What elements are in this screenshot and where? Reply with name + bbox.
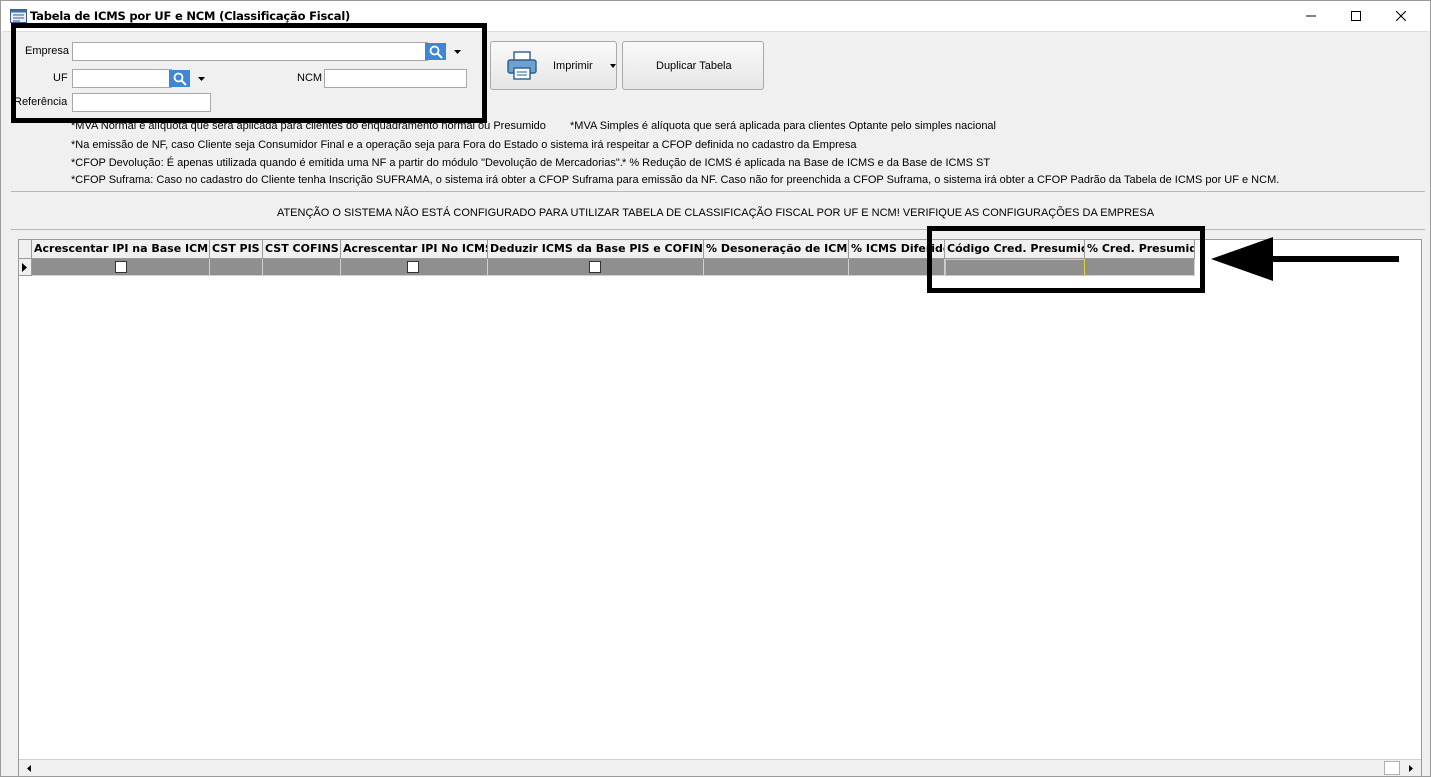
grid-cell-acrescentar-ipi-no-icms[interactable] <box>341 259 488 276</box>
icms-table-window: Tabela de ICMS por UF e NCM (Classificaç… <box>0 0 1431 777</box>
form-client-area: Empresa UF NCM Referência Imprimir Dupli… <box>3 23 1428 777</box>
note-cfop-devolucao: *CFOP Devolução: É apenas utilizada quan… <box>71 157 623 169</box>
maximize-button[interactable] <box>1333 1 1379 31</box>
scroll-left-button[interactable] <box>21 761 36 775</box>
grid-cell-desoneracao-icms[interactable] <box>704 259 849 276</box>
printer-icon <box>507 51 537 80</box>
column-header[interactable]: Deduzir ICMS da Base PIS e COFINS <box>488 240 704 259</box>
separator <box>11 191 1425 192</box>
duplicar-tabela-label: Duplicar Tabela <box>656 60 732 72</box>
imprimir-button[interactable]: Imprimir <box>490 41 617 90</box>
chevron-right-icon <box>1408 764 1413 772</box>
chevron-down-icon <box>610 64 616 68</box>
grid-cell-cst-cofins[interactable] <box>263 259 341 276</box>
column-header[interactable]: Acrescentar IPI na Base ICMS <box>32 240 210 259</box>
note-mva-normal: *MVA Normal é alíquota que será aplicada… <box>71 120 546 132</box>
grid-cell-acrescentar-ipi-base-icms[interactable] <box>32 259 210 276</box>
note-mva-simples: *MVA Simples é alíquota que será aplicad… <box>570 120 996 132</box>
note-cfop-suframa: *CFOP Suframa: Caso no cadastro do Clien… <box>71 174 1280 186</box>
chevron-left-icon <box>26 764 31 772</box>
checkbox[interactable] <box>589 261 601 273</box>
imprimir-label: Imprimir <box>553 60 593 72</box>
icms-grid[interactable]: Acrescentar IPI na Base ICMS CST PIS CST… <box>18 239 1422 777</box>
checkbox[interactable] <box>115 261 127 273</box>
checkbox[interactable] <box>407 261 419 273</box>
minimize-icon <box>1306 15 1316 17</box>
column-header[interactable]: CST COFINS <box>263 240 341 259</box>
duplicar-tabela-button[interactable]: Duplicar Tabela <box>622 41 764 90</box>
note-emissao-nf: *Na emissão de NF, caso Cliente seja Con… <box>71 139 857 151</box>
annotation-box-cred-presumido <box>927 226 1205 293</box>
annotation-arrow <box>1211 237 1399 281</box>
scroll-right-button[interactable] <box>1403 761 1418 775</box>
horizontal-scrollbar[interactable] <box>19 759 1421 776</box>
minimize-button[interactable] <box>1288 1 1334 31</box>
annotation-box-filters <box>11 23 487 123</box>
window-title: Tabela de ICMS por UF e NCM (Classificaç… <box>30 9 351 23</box>
close-button[interactable] <box>1378 1 1424 31</box>
app-icon <box>10 9 27 23</box>
close-icon <box>1396 11 1406 21</box>
note-reducao-icms: * % Redução de ICMS é aplicada na Base d… <box>622 157 991 169</box>
grid-cell-deduzir-icms-base-pis-cofins[interactable] <box>488 259 704 276</box>
configuration-warning: ATENÇÃO O SISTEMA NÃO ESTÁ CONFIGURADO P… <box>276 207 1155 219</box>
grid-cell-cst-pis[interactable] <box>210 259 263 276</box>
maximize-icon <box>1351 11 1361 21</box>
current-row-arrow-icon <box>22 263 27 272</box>
grid-corner <box>19 240 32 259</box>
column-header[interactable]: CST PIS <box>210 240 263 259</box>
column-header[interactable]: Acrescentar IPI No ICMS <box>341 240 488 259</box>
separator <box>11 229 1425 230</box>
scroll-thumb[interactable] <box>1384 761 1400 775</box>
column-header[interactable]: % Desoneração de ICMS <box>704 240 849 259</box>
row-indicator[interactable] <box>19 259 32 276</box>
